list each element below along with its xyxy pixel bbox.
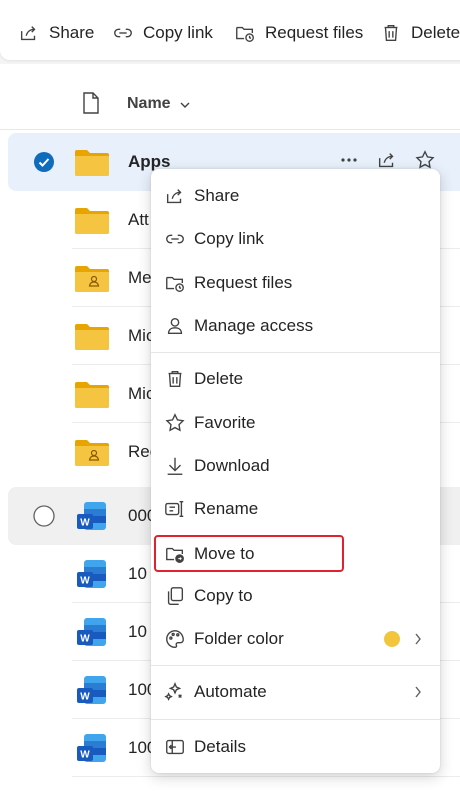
menu-item-label: Copy link [194,229,264,248]
list-header: Name [0,80,460,130]
row-actions [338,149,436,171]
toolbar-share-label: Share [49,23,95,42]
share-icon [20,26,36,41]
folder-icon [75,208,109,234]
menu-separator [151,352,440,353]
toolbar-copy-link-button[interactable]: Copy link [112,20,213,46]
file-type-icon [83,92,99,114]
unchecked-circle-icon[interactable] [33,505,55,527]
menu-item-label: Share [194,186,240,205]
menu-item-label: Delete [194,369,244,388]
menu-separator [151,665,440,666]
menu-item-details[interactable]: Details [151,727,440,767]
share-icon[interactable] [376,149,398,171]
download-icon [167,457,183,475]
toolbar-request-files-label: Request files [265,23,364,42]
item-name[interactable]: Me [128,268,152,288]
rename-icon [165,500,184,518]
folder-icon [75,382,109,408]
request-files-icon [166,276,184,292]
menu-item-automate[interactable]: Automate [151,672,440,712]
item-name[interactable]: 10 [128,564,147,584]
svg-text:W: W [80,518,90,529]
svg-text:W: W [80,576,90,587]
menu-item-label: Move to [194,544,255,563]
menu-item-label: Manage access [194,316,314,335]
menu-item-label: Automate [194,682,267,701]
menu-item-label: Rename [194,499,259,518]
name-column-header[interactable]: Name [127,95,171,113]
automate-icon [164,682,182,701]
menu-item-rename[interactable]: Rename [151,489,440,529]
copy-icon [167,587,184,605]
menu-item-folder-color[interactable]: Folder color [151,619,440,659]
menu-item-label: Request files [194,273,293,292]
request-files-icon [236,26,254,42]
word-document-icon: W [77,676,106,704]
context-menu: Share Copy link Request files Manage acc… [151,169,440,773]
word-document-icon: W [77,734,106,762]
menu-item-delete[interactable]: Delete [151,359,440,399]
link-icon [114,28,132,38]
person-icon [167,317,183,335]
chevron-right-icon [415,633,421,645]
details-icon [166,739,184,755]
menu-item-move-to[interactable]: Move to [151,534,440,574]
menu-item-copy-to[interactable]: Copy to [151,576,440,616]
chevron-right-icon [415,686,421,698]
menu-item-label: Download [194,456,270,475]
menu-item-copy-link[interactable]: Copy link [151,219,440,259]
more-options-icon[interactable] [338,149,360,171]
menu-item-label: Favorite [194,413,256,432]
menu-item-label: Copy to [194,586,253,605]
word-document-icon: W [77,560,106,588]
move-to-icon [166,547,184,563]
star-icon[interactable] [414,149,436,171]
word-document-icon: W [77,502,106,530]
shared-folder-icon [75,266,109,292]
svg-text:W: W [80,692,90,703]
toolbar-copy-link-label: Copy link [143,23,213,42]
menu-item-share[interactable]: Share [151,176,440,216]
checked-circle-icon[interactable] [33,151,55,173]
toolbar-share-button[interactable]: Share [18,20,94,46]
menu-item-favorite[interactable]: Favorite [151,403,440,443]
item-name[interactable]: Att [128,210,149,230]
star-icon [165,413,185,432]
toolbar-request-files-button[interactable]: Request files [234,20,363,46]
word-document-icon: W [77,618,106,646]
list-item-partial[interactable] [0,777,460,800]
command-bar-surface: Share Copy link Request files Delete [0,0,460,60]
svg-text:W: W [80,634,90,645]
menu-item-request-files[interactable]: Request files [151,263,440,303]
menu-item-download[interactable]: Download [151,446,440,486]
svg-text:W: W [80,750,90,761]
menu-item-label: Folder color [194,629,284,648]
folder-icon [75,150,109,176]
menu-item-manage-access[interactable]: Manage access [151,306,440,346]
menu-separator [151,719,440,720]
link-icon [166,234,184,244]
document-icon [74,790,110,800]
folder-color-swatch [384,631,400,647]
toolbar-delete-label: Delete [411,23,460,42]
trash-icon [168,370,182,388]
share-icon [166,189,182,204]
menu-item-label: Details [194,737,246,756]
chevron-down-icon[interactable] [180,101,190,109]
folder-icon [75,324,109,350]
item-name[interactable]: 10 [128,622,147,642]
palette-icon [166,630,184,648]
toolbar-delete-button[interactable]: Delete [380,20,460,46]
trash-icon [384,24,398,42]
shared-folder-icon [75,440,109,466]
command-bar: Share Copy link Request files Delete [0,0,460,64]
